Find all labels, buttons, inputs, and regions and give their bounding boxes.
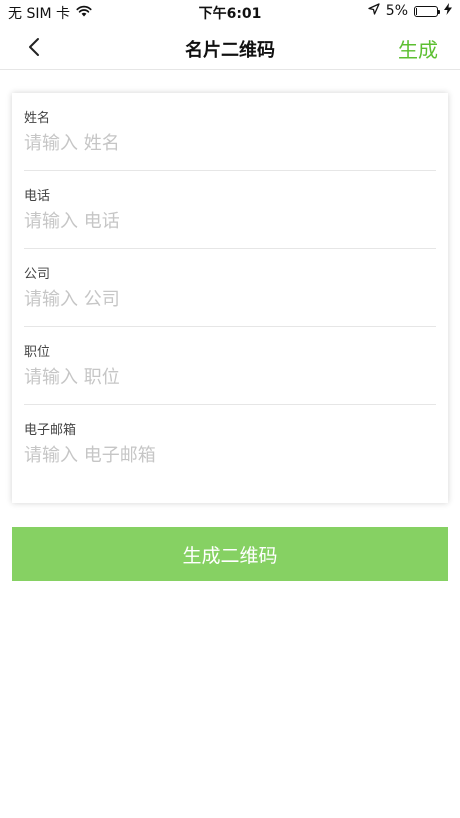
generate-nav-button[interactable]: 生成 [398, 34, 438, 63]
charging-bolt-icon [444, 3, 452, 19]
battery-percent: 5% [385, 3, 408, 19]
app-screen: 无 SIM 卡 下午6:01 5% 名片二维码 生成 姓名 请输入 姓名 电话 … [0, 0, 460, 818]
page-title: 名片二维码 [185, 40, 275, 61]
email-field: 电子邮箱 [24, 405, 436, 483]
position-label: 职位 [24, 345, 51, 360]
position-field: 职位 [24, 327, 436, 405]
position-input[interactable] [24, 363, 424, 391]
location-arrow-icon [368, 3, 380, 19]
name-input[interactable] [24, 129, 424, 157]
company-label: 公司 [24, 267, 51, 282]
phone-input[interactable] [24, 207, 424, 235]
email-label: 电子邮箱 [24, 423, 77, 438]
status-bar: 无 SIM 卡 下午6:01 5% [0, 0, 460, 24]
business-card-form: 姓名 电话 公司 职位 电子邮箱 [12, 93, 448, 503]
nav-bar: 名片二维码 生成 [0, 24, 460, 70]
battery-level-fill [416, 7, 417, 15]
email-input[interactable] [24, 441, 424, 469]
phone-field: 电话 [24, 171, 436, 249]
company-field: 公司 [24, 249, 436, 327]
battery-icon [414, 5, 440, 17]
generate-qr-button[interactable]: 生成二维码 [12, 527, 448, 581]
name-label: 姓名 [24, 111, 51, 126]
phone-label: 电话 [24, 189, 51, 204]
company-input[interactable] [24, 285, 424, 313]
name-field: 姓名 [24, 93, 436, 171]
status-right: 5% [368, 3, 452, 19]
